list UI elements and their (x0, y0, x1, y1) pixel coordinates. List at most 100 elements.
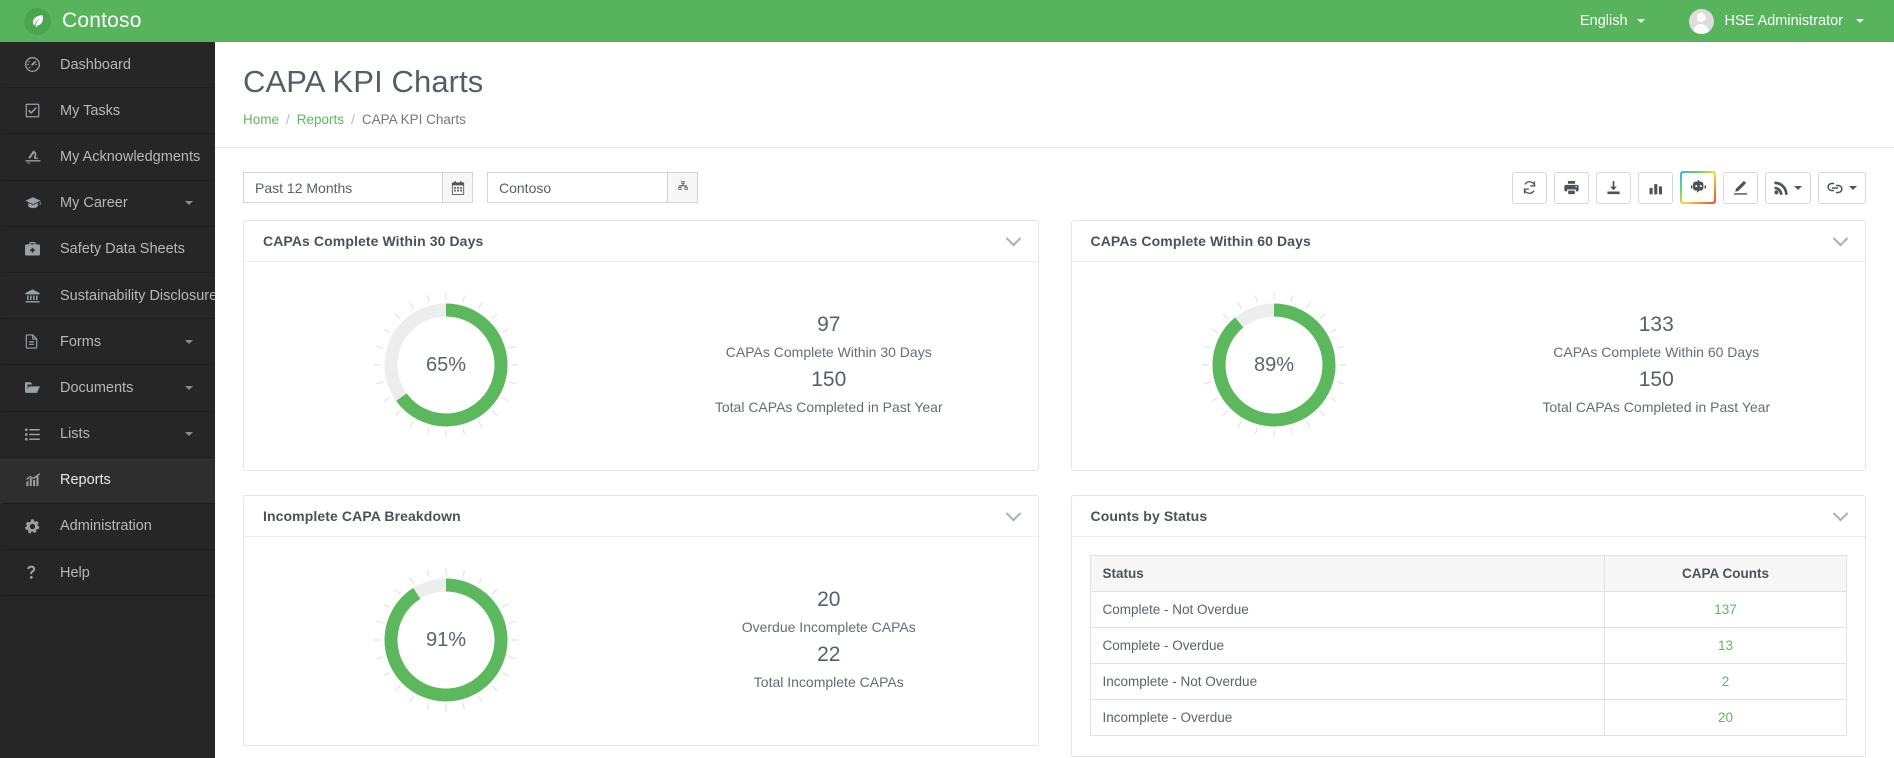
sidebar-item-documents[interactable]: Documents (0, 365, 215, 412)
card-capas-60-days: CAPAs Complete Within 60 Days 89% 133 CA… (1070, 220, 1866, 471)
svg-text:91%: 91% (426, 629, 466, 651)
caret-down-icon[interactable] (185, 432, 193, 437)
sidebar-item-label: Lists (60, 426, 90, 443)
capa-count-link[interactable]: 2 (1722, 674, 1730, 689)
capa-count-link[interactable]: 20 (1718, 710, 1733, 725)
brand[interactable]: Contoso (0, 0, 215, 42)
breadcrumb-item-home[interactable]: Home (243, 112, 279, 127)
caret-down-icon[interactable] (185, 339, 193, 344)
card-body: 89% 133 CAPAs Complete Within 60 Days 15… (1072, 262, 1866, 470)
sidebar-item-dashboard[interactable]: Dashboard (0, 42, 215, 89)
sidebar-item-label: Dashboard (60, 56, 131, 73)
sidebar-item-label: Help (60, 564, 90, 581)
sidebar-item-safety-data-sheets[interactable]: Safety Data Sheets (0, 226, 215, 273)
file-icon (25, 334, 47, 349)
print-button[interactable] (1554, 171, 1589, 204)
cell-capa-count: 13 (1604, 627, 1847, 664)
card-capas-30-days: CAPAs Complete Within 30 Days 65% 97 CAP… (243, 220, 1039, 471)
assistant-button[interactable] (1680, 171, 1716, 204)
stat-primary-label: Overdue Incomplete CAPAs (741, 619, 916, 636)
breadcrumb-separator: / (286, 112, 290, 127)
cell-capa-count: 20 (1604, 699, 1847, 736)
cell-capa-count: 2 (1604, 663, 1847, 700)
organization-filter[interactable]: Contoso (487, 172, 698, 203)
organization-input[interactable]: Contoso (487, 172, 667, 203)
sidebar-item-administration[interactable]: Administration (0, 503, 215, 551)
link-button[interactable] (1818, 171, 1866, 204)
card-header[interactable]: CAPAs Complete Within 30 Days (244, 221, 1038, 262)
chart-line-icon (25, 473, 47, 487)
sidebar-item-my-acknowledgments[interactable]: My Acknowledgments (0, 134, 215, 181)
card-header[interactable]: Incomplete CAPA Breakdown (244, 496, 1038, 537)
top-bar: Contoso English HSE Administrator (0, 0, 1894, 42)
chevron-down-icon[interactable] (1005, 505, 1021, 521)
chevron-down-icon[interactable] (1005, 230, 1021, 246)
breadcrumb-item-reports[interactable]: Reports (297, 112, 344, 127)
leaf-logo-icon (24, 7, 51, 35)
action-toolbar (1512, 171, 1866, 204)
language-label: English (1579, 13, 1628, 29)
printer-icon (1564, 180, 1579, 195)
sidebar-item-my-tasks[interactable]: My Tasks (0, 88, 215, 135)
edit-button[interactable] (1723, 171, 1758, 204)
refresh-button[interactable] (1512, 171, 1547, 204)
sidebar-item-label: My Career (60, 195, 128, 212)
download-button[interactable] (1596, 171, 1631, 204)
capa-count-link[interactable]: 13 (1718, 638, 1733, 653)
calendar-icon[interactable] (442, 172, 473, 203)
sidebar-item-label: Reports (60, 472, 111, 489)
caret-down-icon[interactable] (1794, 185, 1802, 190)
stat-secondary-label: Total CAPAs Completed in Past Year (1542, 399, 1771, 416)
language-selector[interactable]: English (1558, 0, 1667, 42)
donut-gauge-svg: 89% (1201, 293, 1346, 437)
download-icon (1606, 180, 1621, 195)
subscribe-button[interactable] (1765, 171, 1811, 204)
folder-open-icon (25, 381, 47, 394)
graduation-cap-icon (25, 196, 47, 210)
date-range-input[interactable]: Past 12 Months (243, 172, 442, 203)
card-header[interactable]: CAPAs Complete Within 60 Days (1071, 221, 1865, 262)
sidebar-item-label: Administration (60, 518, 152, 535)
cell-status: Incomplete - Overdue (1089, 699, 1605, 736)
cards-grid: CAPAs Complete Within 30 Days 65% 97 CAP… (215, 210, 1894, 757)
card-title: Incomplete CAPA Breakdown (263, 508, 461, 524)
sidebar-item-sustainability-disclosure[interactable]: Sustainability Disclosure (0, 272, 215, 320)
table-row: Complete - Overdue 13 (1089, 627, 1847, 664)
sidebar-item-help[interactable]: Help (0, 550, 215, 597)
sitemap-icon[interactable] (667, 172, 698, 203)
stat-primary-value: 20 (817, 588, 841, 612)
capa-count-link[interactable]: 137 (1714, 602, 1737, 617)
date-range-filter[interactable]: Past 12 Months (243, 172, 473, 203)
bar-chart-icon (1649, 181, 1663, 195)
caret-down-icon[interactable] (1849, 185, 1857, 190)
stat-primary-value: 97 (817, 313, 841, 337)
svg-text:65%: 65% (426, 354, 466, 376)
sidebar-item-lists[interactable]: Lists (0, 411, 215, 458)
cell-status: Complete - Overdue (1089, 627, 1605, 664)
stat-secondary-value: 22 (817, 643, 841, 666)
chevron-down-icon[interactable] (1832, 230, 1849, 246)
chevron-down-icon[interactable] (1832, 505, 1849, 521)
pencil-icon (1733, 180, 1748, 195)
caret-down-icon[interactable] (185, 201, 193, 206)
card-incomplete-capa-breakdown: Incomplete CAPA Breakdown 91% 20 Overdue… (243, 495, 1039, 746)
sidebar-item-label: Safety Data Sheets (60, 241, 185, 258)
link-icon (1827, 181, 1843, 195)
sidebar-item-reports[interactable]: Reports (0, 457, 215, 504)
rss-icon (1774, 180, 1788, 195)
gauge-capas-60: 89% (1072, 262, 1476, 470)
sidebar-item-label: Forms (60, 333, 102, 350)
sidebar-item-forms[interactable]: Forms (0, 319, 215, 366)
stat-secondary-label: Total CAPAs Completed in Past Year (714, 399, 943, 416)
table-header-row: Status CAPA Counts (1089, 555, 1847, 592)
counts-by-status-table: Status CAPA Counts Complete - Not Overdu… (1089, 555, 1847, 736)
user-menu[interactable]: HSE Administrator (1667, 0, 1868, 42)
sidebar-item-my-career[interactable]: My Career (0, 180, 215, 227)
card-body: 65% 97 CAPAs Complete Within 30 Days 150… (244, 262, 1038, 470)
caret-down-icon[interactable] (185, 385, 193, 390)
chart-button[interactable] (1638, 171, 1673, 204)
dashboard-icon (25, 57, 47, 73)
chevron-down-icon (1856, 19, 1864, 23)
card-header[interactable]: Counts by Status (1071, 496, 1865, 537)
card-title: Counts by Status (1090, 508, 1208, 524)
